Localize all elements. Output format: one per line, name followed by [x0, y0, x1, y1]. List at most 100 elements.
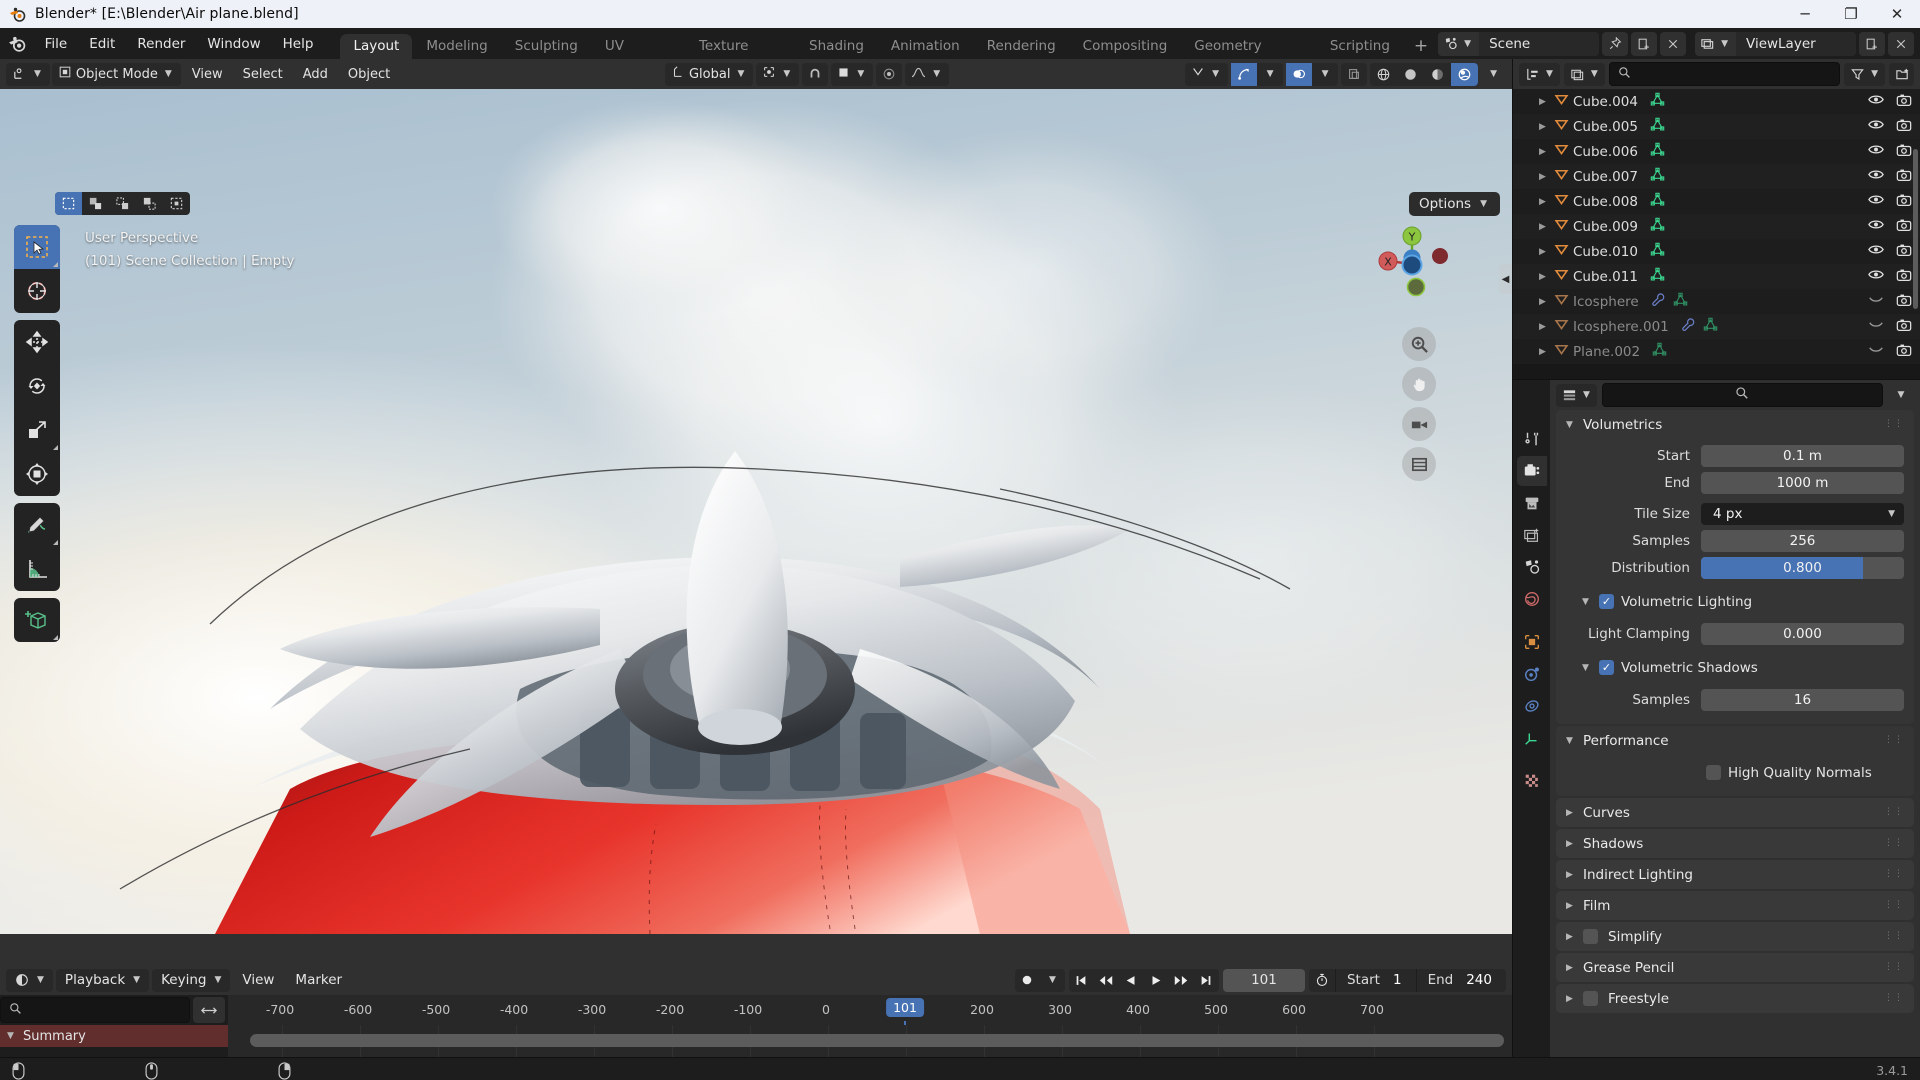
properties-tab-scene[interactable]: [1517, 552, 1547, 582]
camera-icon[interactable]: [1896, 168, 1912, 186]
dropdown-tile-size[interactable]: 4 px ▼: [1701, 502, 1904, 525]
chevron-down-icon[interactable]: ▼: [1566, 420, 1576, 430]
properties-tab-object[interactable]: [1517, 627, 1547, 657]
panel-grip[interactable]: ⋮⋮: [1884, 932, 1904, 941]
camera-icon[interactable]: [1896, 243, 1912, 261]
gizmo-dropdown-icon[interactable]: ▼: [1257, 63, 1283, 86]
expand-triangle-icon[interactable]: ▶: [1539, 322, 1554, 332]
horizontal-scrollbar[interactable]: [250, 1034, 1504, 1047]
object-triangle-icon[interactable]: [1554, 267, 1569, 286]
menu-window[interactable]: Window: [196, 32, 271, 56]
playback-transport[interactable]: [1068, 968, 1219, 992]
camera-icon[interactable]: [1896, 293, 1912, 311]
viewport-menu-object[interactable]: Object: [339, 63, 399, 86]
tool-select-box[interactable]: [14, 225, 60, 269]
expand-triangle-icon[interactable]: ▶: [1539, 122, 1554, 132]
camera-icon[interactable]: [1896, 93, 1912, 111]
checkbox-row-high-quality-normals[interactable]: High Quality Normals: [1566, 759, 1904, 786]
outliner-row-label[interactable]: Cube.006: [1573, 144, 1638, 160]
filter-id-type-icon[interactable]: ▼: [1563, 62, 1605, 86]
mesh-data-icon[interactable]: [1703, 317, 1718, 336]
object-triangle-icon[interactable]: [1554, 342, 1569, 361]
object-triangle-icon[interactable]: [1554, 92, 1569, 111]
jump-to-next-keyframe-icon[interactable]: [1169, 969, 1194, 992]
maximize-button[interactable]: ❐: [1828, 0, 1874, 28]
expand-triangle-icon[interactable]: ▶: [1539, 197, 1554, 207]
stopwatch-icon[interactable]: [1309, 973, 1335, 987]
properties-tab-object-data[interactable]: [1517, 723, 1547, 753]
playhead-label[interactable]: 101: [886, 998, 924, 1017]
select-mode-intersect-icon[interactable]: [163, 192, 190, 215]
eye-icon[interactable]: [1868, 293, 1884, 310]
editor-type-timeline-icon[interactable]: ▼: [6, 968, 53, 992]
checkbox-volumetric-lighting[interactable]: ✓: [1599, 594, 1614, 609]
chevron-right-icon[interactable]: ▶: [1566, 994, 1576, 1004]
app-menu-logo-icon[interactable]: [0, 35, 34, 53]
view-layer-selector[interactable]: ▼ ViewLayer: [1695, 31, 1856, 56]
panel-curves[interactable]: ▶ Curves ⋮⋮: [1556, 798, 1914, 827]
checkbox-high-quality-normals[interactable]: [1706, 765, 1721, 780]
object-triangle-icon[interactable]: [1554, 242, 1569, 261]
properties-tab-render[interactable]: [1516, 456, 1547, 486]
outliner-row[interactable]: ▶ Cube.010: [1513, 239, 1920, 264]
workspace-tab-layout[interactable]: Layout: [340, 34, 413, 59]
jump-to-end-icon[interactable]: [1194, 969, 1219, 992]
chevron-right-icon[interactable]: ▶: [1566, 932, 1576, 942]
shading-wireframe-icon[interactable]: [1370, 63, 1397, 86]
properties-tab-constraints[interactable]: [1517, 691, 1547, 721]
panel-volumetrics-header[interactable]: ▼ Volumetrics ⋮⋮: [1556, 410, 1914, 439]
interaction-mode-selector[interactable]: Object Mode ▼: [51, 62, 181, 86]
properties-body[interactable]: ▼ Volumetrics ⋮⋮ Start 0.1 m End 1000 m …: [1550, 410, 1920, 1057]
viewport-options-button[interactable]: Options ▼: [1408, 192, 1500, 216]
expand-triangle-icon[interactable]: ▶: [1539, 247, 1554, 257]
expand-triangle-icon[interactable]: ▶: [1539, 347, 1554, 357]
outliner-row-label[interactable]: Cube.008: [1573, 194, 1638, 210]
viewport-menu-select[interactable]: Select: [234, 63, 292, 86]
play-reverse-icon[interactable]: [1119, 969, 1144, 992]
expand-triangle-icon[interactable]: ▶: [1539, 272, 1554, 282]
checkbox-freestyle[interactable]: [1583, 991, 1598, 1006]
falloff-curve-selector[interactable]: ▼: [905, 62, 950, 86]
auto-keying-icon[interactable]: [1015, 969, 1040, 992]
shading-rendered-icon[interactable]: [1451, 62, 1479, 86]
tool-annotate[interactable]: [14, 503, 60, 547]
proportional-edit-icon[interactable]: [876, 62, 903, 86]
outliner-row[interactable]: ▶ Cube.006: [1513, 139, 1920, 164]
mesh-data-icon[interactable]: [1650, 167, 1665, 186]
remove-scene-icon[interactable]: [1660, 31, 1687, 56]
outliner-row[interactable]: ▶ Plane.002: [1513, 339, 1920, 364]
shading-mode-group[interactable]: [1370, 62, 1479, 86]
eye-icon[interactable]: [1868, 168, 1884, 185]
transform-orientation-selector[interactable]: Global ▼: [664, 62, 754, 86]
outliner-row[interactable]: ▶ Icosphere: [1513, 289, 1920, 314]
menu-edit[interactable]: Edit: [78, 32, 126, 56]
scene-selector[interactable]: ▼ Scene: [1438, 31, 1600, 56]
tool-measure[interactable]: [14, 547, 60, 591]
shading-material-preview-icon[interactable]: [1424, 63, 1451, 86]
eye-icon[interactable]: [1868, 243, 1884, 260]
field-start[interactable]: 0.1 m: [1701, 444, 1904, 467]
chevron-right-icon[interactable]: ▶: [1566, 963, 1576, 973]
gizmo-icon[interactable]: [1231, 62, 1258, 86]
outliner-row-label[interactable]: Cube.011: [1573, 269, 1638, 285]
outliner-list[interactable]: ▶ Cube.004 ▶ Cube.005 ▶ Cube.006 ▶ Cube.007 ▶ Cub…: [1513, 89, 1920, 379]
xray-toggle-icon[interactable]: [1341, 62, 1368, 86]
select-mode-group[interactable]: [55, 192, 190, 215]
camera-icon[interactable]: [1896, 268, 1912, 286]
pivot-point-selector[interactable]: ▼: [756, 62, 800, 86]
copy-viewlayer-icon[interactable]: [1859, 31, 1885, 56]
timeline-ruler[interactable]: -700 -600 -500 -400 -300 -200 -100 0 200…: [0, 995, 1512, 1057]
expand-triangle-icon[interactable]: ▶: [1539, 297, 1554, 307]
jump-to-start-icon[interactable]: [1069, 969, 1094, 992]
tool-rotate[interactable]: [14, 364, 60, 408]
properties-search-input[interactable]: [1601, 383, 1883, 407]
chevron-right-icon[interactable]: ▶: [1566, 839, 1576, 849]
navigation-gizmo[interactable]: Y X: [1370, 219, 1454, 303]
add-workspace-button[interactable]: +: [1404, 34, 1438, 59]
chevron-down-icon[interactable]: ▼: [1582, 597, 1592, 607]
outliner-row-label[interactable]: Cube.010: [1573, 244, 1638, 260]
expand-triangle-icon[interactable]: ▶: [1539, 97, 1554, 107]
overlays-icon[interactable]: [1286, 62, 1313, 86]
tool-transform[interactable]: [14, 452, 60, 496]
sidebar-toggle-tab[interactable]: ◀: [1499, 264, 1512, 294]
